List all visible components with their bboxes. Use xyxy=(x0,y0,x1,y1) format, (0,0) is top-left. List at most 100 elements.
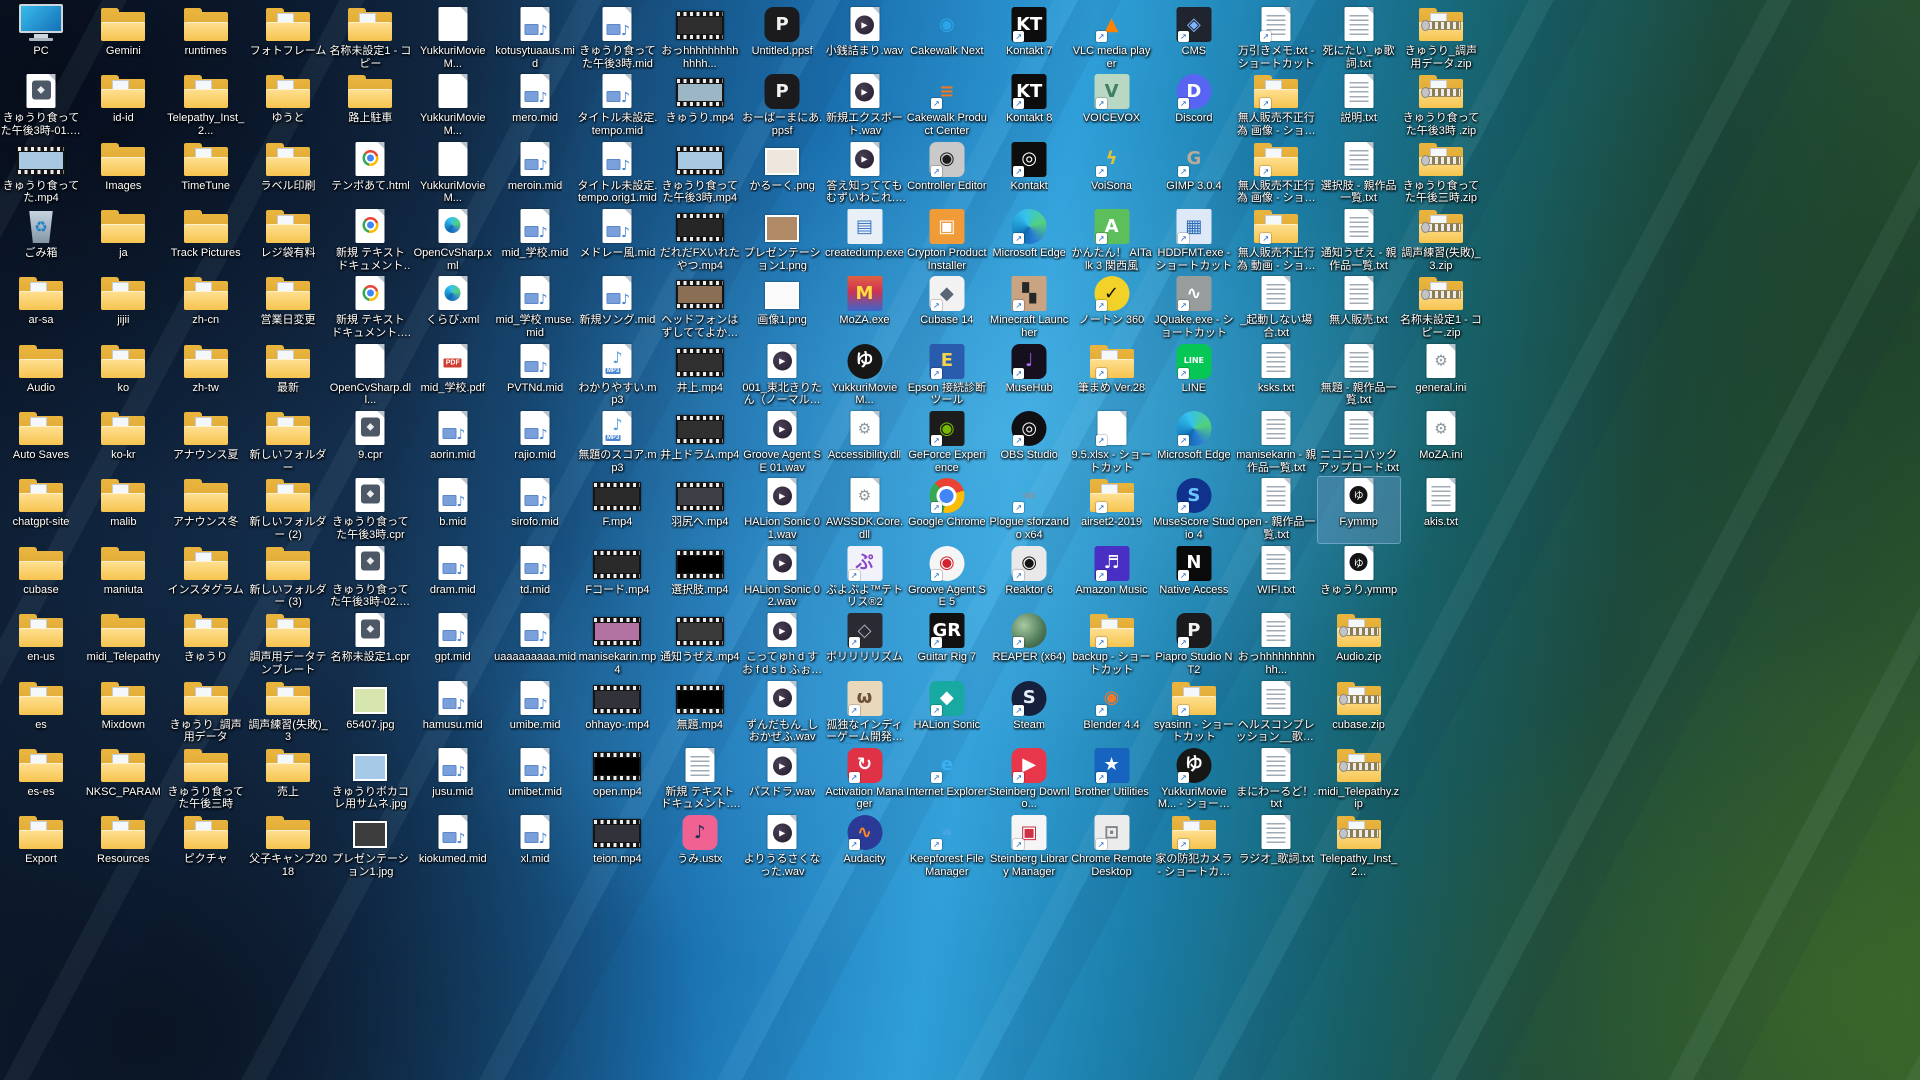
desktop-icon[interactable]: ♪umibe.mid xyxy=(494,680,576,746)
desktop-icon[interactable]: 調声練習(失敗)_3.zip xyxy=(1400,208,1482,274)
desktop-icon[interactable]: ♪PVTNd.mid xyxy=(494,343,576,409)
desktop-icon[interactable]: 新規 テキスト ドキュメント.musicxml xyxy=(659,747,741,813)
desktop-icon[interactable]: sfz↗Plogue sforzando x64 xyxy=(988,477,1070,543)
desktop[interactable]: PCGeminiruntimesフォトフレーム名称未設定1 - コピーYukku… xyxy=(0,0,1920,1080)
desktop-icon[interactable]: ko xyxy=(82,343,164,409)
desktop-icon[interactable]: OpenCvSharp.xml xyxy=(412,208,494,274)
desktop-icon[interactable]: ♻ごみ箱 xyxy=(0,208,82,274)
desktop-icon[interactable]: zh-tw xyxy=(165,343,247,409)
desktop-icon[interactable]: ゆ↗YukkuriMovieM... - ショートカット xyxy=(1153,747,1235,813)
desktop-icon[interactable]: ♪aorin.mid xyxy=(412,410,494,476)
desktop-icon[interactable]: Images xyxy=(82,141,164,207)
desktop-icon[interactable]: HALion Sonic 02.wav xyxy=(741,545,823,611)
desktop-icon[interactable]: ılı↗Keepforest File Manager xyxy=(906,814,988,880)
desktop-icon[interactable]: 井上.mp4 xyxy=(659,343,741,409)
desktop-icon[interactable]: ♪sirofo.mid xyxy=(494,477,576,543)
desktop-icon[interactable]: 選択肢.mp4 xyxy=(659,545,741,611)
desktop-icon[interactable]: 001_東北きりたん（ノーマル）_今じゃ... xyxy=(741,343,823,409)
desktop-icon[interactable]: LINE↗LINE xyxy=(1153,343,1235,409)
desktop-icon[interactable]: PC xyxy=(0,6,82,72)
desktop-icon[interactable]: N↗Native Access xyxy=(1153,545,1235,611)
desktop-icon[interactable]: cubase.zip xyxy=(1318,680,1400,746)
desktop-icon[interactable]: だれだFXいれたやつ.mp4 xyxy=(659,208,741,274)
desktop-icon[interactable]: en-us xyxy=(0,612,82,678)
desktop-icon[interactable]: きゅうり.mp4 xyxy=(659,73,741,139)
desktop-icon[interactable]: ▦↗HDDFMT.exe - ショートカット xyxy=(1153,208,1235,274)
desktop-icon[interactable]: ϟ↗VoiSona xyxy=(1071,141,1153,207)
desktop-icon[interactable]: ◉↗Blender 4.4 xyxy=(1071,680,1153,746)
desktop-icon[interactable]: OpenCvSharp.dll... xyxy=(329,343,411,409)
desktop-icon[interactable]: ar-sa xyxy=(0,275,82,341)
desktop-icon[interactable]: ⊡↗Chrome Remote Desktop xyxy=(1071,814,1153,880)
desktop-icon[interactable]: id-id xyxy=(82,73,164,139)
desktop-icon[interactable]: ずんだもん_しおかぜふ.wav xyxy=(741,680,823,746)
desktop-icon[interactable]: ↗Microsoft Edge xyxy=(1153,410,1235,476)
desktop-icon[interactable]: ◈↗CMS xyxy=(1153,6,1235,72)
desktop-icon[interactable]: ♪mero.mid xyxy=(494,73,576,139)
desktop-icon[interactable]: ⚙Accessibility.dll xyxy=(824,410,906,476)
desktop-icon[interactable]: Mixdown xyxy=(82,680,164,746)
desktop-icon[interactable]: ♪td.mid xyxy=(494,545,576,611)
desktop-icon[interactable]: 新規 テキスト ドキュメント (2).html xyxy=(329,208,411,274)
desktop-icon[interactable]: ♪jusu.mid xyxy=(412,747,494,813)
desktop-icon[interactable]: e↗Internet Explorer xyxy=(906,747,988,813)
desktop-icon[interactable]: Resources xyxy=(82,814,164,880)
desktop-icon[interactable]: ◇↗ポリリリリズム xyxy=(824,612,906,678)
desktop-icon[interactable]: ゆYukkuriMovieM... xyxy=(824,343,906,409)
desktop-icon[interactable]: malib xyxy=(82,477,164,543)
desktop-icon[interactable]: ♪MP3わかりやすい.mp3 xyxy=(576,343,658,409)
desktop-icon[interactable]: おっhhhhhhhhhhhhh... xyxy=(659,6,741,72)
desktop-icon[interactable]: パスドラ.wav xyxy=(741,747,823,813)
desktop-icon[interactable]: 調声練習(失敗)_3 xyxy=(247,680,329,746)
desktop-icon[interactable]: ⚙AWSSDK.Core.dll xyxy=(824,477,906,543)
desktop-icon[interactable]: S↗Steam xyxy=(988,680,1070,746)
desktop-icon[interactable]: YukkuriMovieM... xyxy=(412,73,494,139)
desktop-icon[interactable]: ♪hamusu.mid xyxy=(412,680,494,746)
desktop-icon[interactable]: ♪b.mid xyxy=(412,477,494,543)
desktop-icon[interactable]: ♪rajio.mid xyxy=(494,410,576,476)
desktop-icon[interactable]: ヘッドフォンはずしててよかっt.mp4 xyxy=(659,275,741,341)
desktop-icon[interactable]: ↗airset2-2019 xyxy=(1071,477,1153,543)
desktop-icon[interactable]: ★↗Brother Utilities xyxy=(1071,747,1153,813)
desktop-icon[interactable]: ▤createdump.exe xyxy=(824,208,906,274)
desktop-icon[interactable]: midi_Telepathy xyxy=(82,612,164,678)
desktop-icon[interactable]: P↗Piapro Studio NT2 xyxy=(1153,612,1235,678)
desktop-icon[interactable]: akis.txt xyxy=(1400,477,1482,543)
desktop-icon[interactable]: NKSC_PARAM xyxy=(82,747,164,813)
desktop-icon[interactable]: 65407.jpg xyxy=(329,680,411,746)
desktop-icon[interactable]: Groove Agent SE 01.wav xyxy=(741,410,823,476)
desktop-icon[interactable]: ↻↗Activation Manager xyxy=(824,747,906,813)
desktop-icon[interactable]: インスタグラム xyxy=(165,545,247,611)
desktop-icon[interactable]: manisekarin - 親作品一覧.txt xyxy=(1235,410,1317,476)
desktop-icon[interactable]: chatgpt-site xyxy=(0,477,82,543)
desktop-icon[interactable]: Track Pictures xyxy=(165,208,247,274)
desktop-icon[interactable]: きゅうり食ってた午後三時.zip xyxy=(1400,141,1482,207)
desktop-icon[interactable]: ◆きゅうり食ってた午後3時.cpr xyxy=(329,477,411,543)
desktop-icon[interactable]: ◆↗HALion Sonic xyxy=(906,680,988,746)
desktop-icon[interactable]: ◉↗Reaktor 6 xyxy=(988,545,1070,611)
desktop-icon[interactable]: 答え知っててもむずいわこれ.wav xyxy=(824,141,906,207)
desktop-icon[interactable]: Export xyxy=(0,814,82,880)
desktop-icon[interactable]: ω↗孤独なインディーゲーム開発者の一生 ... xyxy=(824,680,906,746)
desktop-icon[interactable]: A↗かんたん！ AITalk 3 関西風 xyxy=(1071,208,1153,274)
desktop-icon[interactable]: きゅうりボカコレ用サムネ.jpg xyxy=(329,747,411,813)
desktop-icon[interactable]: ◆↗Cubase 14 xyxy=(906,275,988,341)
desktop-icon[interactable]: よりうるさくなった.wav xyxy=(741,814,823,880)
desktop-icon[interactable]: manisekarin.mp4 xyxy=(576,612,658,678)
desktop-icon[interactable]: ↗Microsoft Edge xyxy=(988,208,1070,274)
desktop-icon[interactable]: open - 親作品一覧.txt xyxy=(1235,477,1317,543)
desktop-icon[interactable]: レジ袋有料 xyxy=(247,208,329,274)
desktop-icon[interactable]: Audio xyxy=(0,343,82,409)
desktop-icon[interactable]: Telepathy_Inst_2... xyxy=(1318,814,1400,880)
desktop-icon[interactable]: きゅうり_調声用データ.zip xyxy=(1400,6,1482,72)
desktop-icon[interactable]: ◉Cakewalk Next xyxy=(906,6,988,72)
desktop-icon[interactable]: midi_Telepathy.zip xyxy=(1318,747,1400,813)
desktop-icon[interactable]: Pおーばーまにあ.ppsf xyxy=(741,73,823,139)
desktop-icon[interactable]: teion.mp4 xyxy=(576,814,658,880)
desktop-icon[interactable]: F.mp4 xyxy=(576,477,658,543)
desktop-icon[interactable]: Audio.zip xyxy=(1318,612,1400,678)
desktop-icon[interactable]: ◆きゅうり食ってた午後3時-01.cpr xyxy=(0,73,82,139)
desktop-icon[interactable]: ▣Crypton Product Installer xyxy=(906,208,988,274)
desktop-icon[interactable]: ↗無人販売不正行為 画像 - ショートカット xyxy=(1235,141,1317,207)
desktop-icon[interactable]: 売上 xyxy=(247,747,329,813)
